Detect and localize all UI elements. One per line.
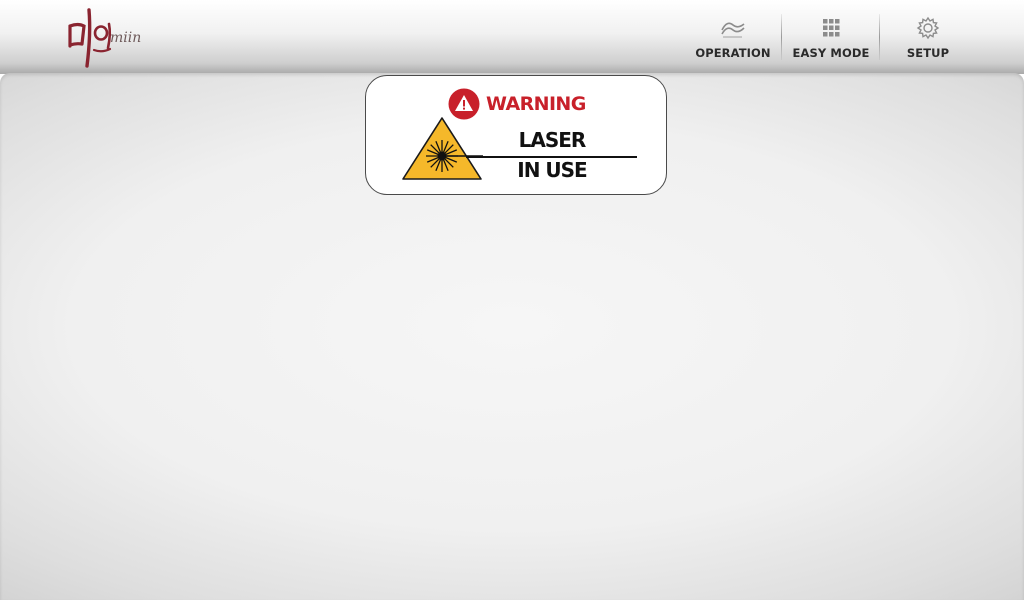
grid-icon — [823, 19, 840, 37]
nav-setup-label: SETUP — [906, 46, 950, 60]
nav-easy-mode-label: EASY MODE — [792, 46, 870, 60]
laser-hazard-icon — [402, 117, 483, 180]
nav-setup-button[interactable]: SETUP — [895, 16, 961, 62]
brand-logo: miin — [62, 6, 158, 68]
app-frame: miin OPERATION EASY MODE SETUP WARNING L… — [0, 0, 1024, 600]
nav-operation-button[interactable]: OPERATION — [693, 16, 773, 62]
logo-script-text: miin — [110, 30, 142, 46]
top-bar: miin OPERATION EASY MODE SETUP — [0, 0, 1024, 74]
nav-operation-label: OPERATION — [695, 46, 771, 60]
wave-icon — [721, 22, 745, 38]
nav-divider — [879, 14, 880, 60]
laser-text-line2: IN USE — [517, 158, 587, 182]
laser-text-line1: LASER — [518, 128, 587, 152]
nav-divider — [781, 14, 782, 60]
gear-icon — [916, 16, 940, 40]
warning-title: WARNING — [486, 93, 586, 115]
nav-easy-mode-button[interactable]: EASY MODE — [788, 16, 874, 62]
laser-warning-panel: WARNING LASER IN USE — [365, 75, 667, 195]
